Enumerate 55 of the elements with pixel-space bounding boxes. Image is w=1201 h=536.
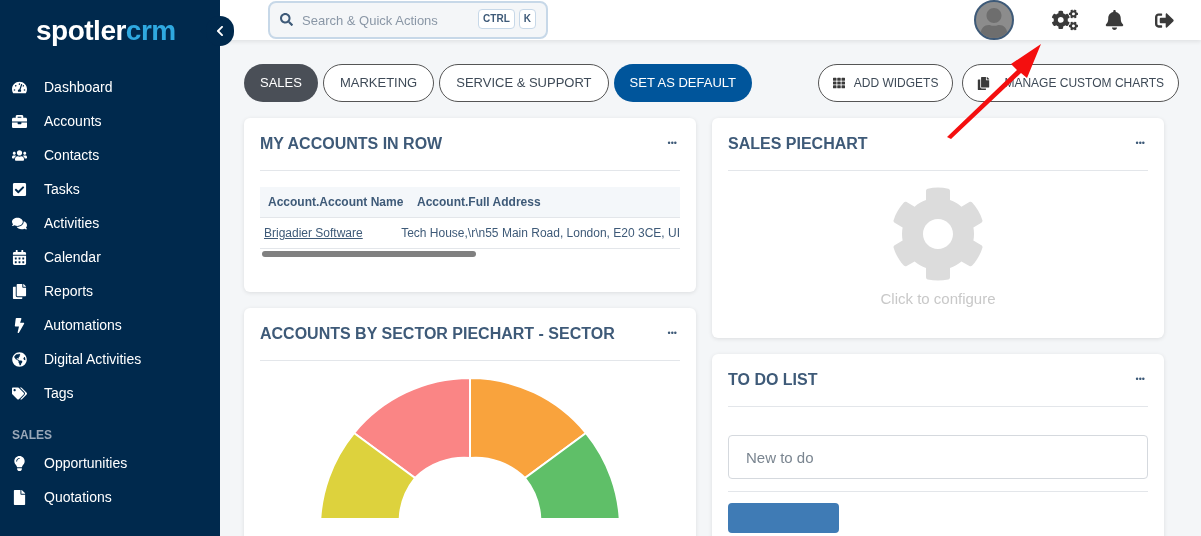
settings-icon[interactable] [1052, 9, 1078, 31]
briefcase-icon [12, 113, 27, 129]
sidebar-item[interactable]: Dashboard [44, 76, 113, 98]
sidebar-item[interactable]: Accounts [44, 110, 102, 132]
sidebar-item[interactable]: Tags [44, 382, 74, 404]
logo: spotlercrm [36, 14, 176, 48]
sidebar-item[interactable]: Activities [44, 212, 100, 234]
widget-title: ACCOUNTS BY SECTOR PIECHART - SECTOR [260, 324, 615, 344]
sidebar-item[interactable]: Quotations [44, 486, 112, 508]
grid-icon [832, 77, 845, 89]
checkbox-icon [12, 181, 27, 197]
table-cell-text: Tech House,\r\n55 Main Road, London, E20 3CE, UI [401, 225, 680, 242]
widget-menu-button[interactable]: ••• [1135, 137, 1148, 151]
dashboard-tab[interactable]: SERVICE & SUPPORT [439, 64, 609, 102]
calendar-icon [12, 249, 27, 265]
people-icon [12, 147, 27, 163]
dashboard-tab[interactable]: MARKETING [322, 64, 435, 102]
keyboard-key: CTRL [478, 9, 515, 29]
column-header: Account.Full Address [417, 194, 541, 211]
gauge-icon [12, 79, 27, 95]
documents-icon [977, 76, 991, 90]
add-widgets-button[interactable]: ADD WIDGETS [817, 64, 954, 102]
chat-bubbles-icon [12, 215, 27, 231]
lightning-icon [12, 317, 27, 333]
dashboard-tab[interactable]: SALES [244, 64, 318, 102]
widget-menu-button[interactable]: ••• [667, 327, 680, 341]
widget-menu-button[interactable]: ••• [667, 137, 680, 151]
sidebar-item[interactable]: Tasks [44, 178, 80, 200]
section-heading: SALES [11, 427, 53, 444]
widget-title: TO DO LIST [728, 370, 818, 390]
sidebar-item[interactable]: Calendar [44, 246, 101, 268]
search-icon [280, 13, 293, 26]
sidebar-item[interactable]: Digital Activities [44, 348, 142, 370]
tags-icon [12, 385, 27, 401]
logout-icon[interactable] [1154, 10, 1175, 30]
set-default-button[interactable]: SET AS DEFAULT [613, 64, 752, 102]
avatar[interactable] [974, 0, 1014, 40]
notification-icon[interactable] [1105, 10, 1124, 30]
document-icon [12, 489, 27, 505]
widget-title: SALES PIECHART [728, 134, 868, 154]
documents-icon [12, 283, 27, 299]
person-icon [979, 8, 1009, 38]
sidebar-item[interactable]: Reports [44, 280, 94, 302]
widget-title: MY ACCOUNTS IN ROW [260, 134, 443, 154]
lightbulb-icon [12, 455, 27, 471]
scrollbar-thumb[interactable] [262, 251, 476, 257]
sidebar-item[interactable]: Automations [44, 314, 122, 336]
globe-icon [12, 351, 27, 367]
todo-input[interactable]: New to do [728, 435, 1148, 479]
column-header: Account.Account Name [267, 194, 405, 211]
chevron-left-icon [215, 25, 225, 37]
sidebar-item[interactable]: Contacts [44, 144, 100, 166]
account-link[interactable]: Brigadier Software [260, 224, 402, 242]
sidebar-item[interactable]: Opportunities [44, 452, 128, 474]
widget-menu-button[interactable]: ••• [1135, 373, 1148, 387]
